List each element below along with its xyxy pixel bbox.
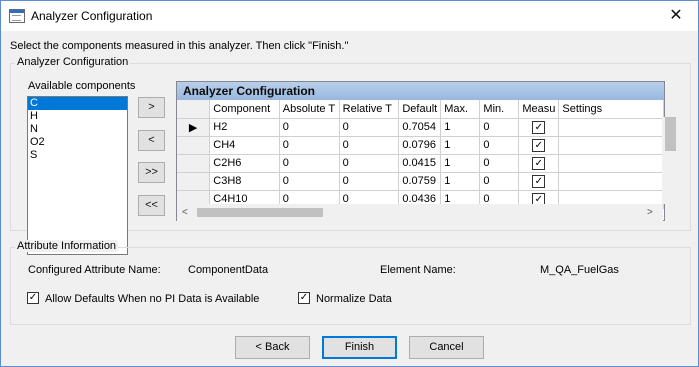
grid-horizontal-scrollbar[interactable]: < > — [177, 204, 663, 221]
cell-max[interactable]: 1 — [440, 136, 481, 155]
measured-checkbox[interactable]: ✓ — [532, 156, 546, 170]
column-header-measured[interactable]: Measu — [518, 100, 560, 119]
column-header-default[interactable]: Default — [398, 100, 442, 119]
table-row[interactable]: C2H6 0 0 0.0415 1 0 ✓ — [177, 154, 664, 173]
cell-default[interactable]: 0.0759 — [398, 172, 442, 191]
add-component-button[interactable]: > — [138, 97, 165, 118]
column-header-min[interactable]: Min. — [479, 100, 520, 119]
available-component-item[interactable]: H — [28, 110, 127, 123]
column-header-settings[interactable]: Settings — [558, 100, 664, 119]
attribute-group-label: Attribute Information — [15, 240, 119, 252]
normalize-data-checkbox[interactable]: ✓ — [298, 292, 310, 304]
remove-component-button[interactable]: < — [138, 130, 165, 151]
analyzer-group-label: Analyzer Configuration — [15, 56, 131, 68]
row-header-cell[interactable] — [177, 154, 211, 173]
available-components-label: Available components — [28, 80, 136, 92]
cell-absolute-t[interactable]: 0 — [279, 118, 340, 137]
table-row[interactable]: CH4 0 0 0.0796 1 0 ✓ — [177, 136, 664, 155]
available-components-list[interactable]: C H N O2 S — [27, 96, 128, 255]
cell-settings[interactable] — [558, 154, 664, 173]
cell-default[interactable]: 0.7054 — [398, 118, 442, 137]
available-component-item[interactable]: N — [28, 123, 127, 136]
finish-button[interactable]: Finish — [322, 336, 397, 359]
element-name-label: Element Name: — [380, 264, 456, 276]
cell-max[interactable]: 1 — [440, 154, 481, 173]
cell-measured[interactable]: ✓ — [518, 118, 560, 137]
cell-measured[interactable]: ✓ — [518, 172, 560, 191]
cell-settings[interactable] — [558, 136, 664, 155]
cell-max[interactable]: 1 — [440, 118, 481, 137]
instruction-text: Select the components measured in this a… — [10, 40, 349, 52]
cell-relative-t[interactable]: 0 — [339, 118, 400, 137]
cell-relative-t[interactable]: 0 — [339, 154, 400, 173]
configured-attribute-label: Configured Attribute Name: — [28, 264, 161, 276]
allow-defaults-checkbox[interactable]: ✓ — [27, 292, 39, 304]
available-component-item[interactable]: C — [28, 97, 127, 110]
column-header-relative-t[interactable]: Relative T — [339, 100, 400, 119]
cell-default[interactable]: 0.0796 — [398, 136, 442, 155]
normalize-data-label[interactable]: Normalize Data — [316, 293, 392, 305]
window-title: Analyzer Configuration — [31, 9, 153, 23]
column-header-component[interactable]: Component — [209, 100, 280, 119]
cell-measured[interactable]: ✓ — [518, 136, 560, 155]
table-row[interactable]: ▶ H2 0 0 0.7054 1 0 ✓ — [177, 118, 664, 137]
horizontal-scroll-thumb[interactable] — [197, 208, 323, 217]
analyzer-configuration-grid[interactable]: Analyzer Configuration Component Absolut… — [176, 81, 665, 221]
cell-absolute-t[interactable]: 0 — [279, 172, 340, 191]
table-row[interactable]: C3H8 0 0 0.0759 1 0 ✓ — [177, 172, 664, 191]
measured-checkbox[interactable]: ✓ — [532, 120, 546, 134]
grid-vertical-scrollbar[interactable] — [662, 117, 679, 204]
scroll-left-arrow-icon[interactable]: < — [182, 204, 188, 221]
cell-component[interactable]: CH4 — [209, 136, 280, 155]
cell-relative-t[interactable]: 0 — [339, 136, 400, 155]
available-component-item[interactable]: O2 — [28, 136, 127, 149]
column-header-absolute-t[interactable]: Absolute T — [279, 100, 340, 119]
cell-measured[interactable]: ✓ — [518, 154, 560, 173]
cell-min[interactable]: 0 — [479, 172, 520, 191]
cell-absolute-t[interactable]: 0 — [279, 136, 340, 155]
components-table: Component Absolute T Relative T Default … — [177, 100, 664, 209]
cell-component[interactable]: H2 — [209, 118, 280, 137]
cancel-button[interactable]: Cancel — [409, 336, 484, 359]
close-button[interactable]: ✕ — [654, 1, 698, 31]
cell-default[interactable]: 0.0415 — [398, 154, 442, 173]
add-all-components-button[interactable]: >> — [138, 162, 165, 183]
cell-min[interactable]: 0 — [479, 118, 520, 137]
element-name-value: M_QA_FuelGas — [540, 264, 619, 276]
table-header-row: Component Absolute T Relative T Default … — [177, 100, 664, 119]
row-header-cell[interactable] — [177, 172, 211, 191]
grid-caption: Analyzer Configuration — [177, 82, 664, 100]
cell-relative-t[interactable]: 0 — [339, 172, 400, 191]
available-component-item[interactable]: S — [28, 149, 127, 162]
back-button[interactable]: < Back — [235, 336, 310, 359]
cell-settings[interactable] — [558, 172, 664, 191]
cell-settings[interactable] — [558, 118, 664, 137]
app-window-icon — [9, 9, 25, 23]
allow-defaults-label[interactable]: Allow Defaults When no PI Data is Availa… — [45, 293, 259, 305]
configured-attribute-value: ComponentData — [188, 264, 269, 276]
title-bar: Analyzer Configuration ✕ — [1, 1, 698, 31]
cell-max[interactable]: 1 — [440, 172, 481, 191]
row-header-cell[interactable]: ▶ — [177, 118, 211, 137]
measured-checkbox[interactable]: ✓ — [532, 138, 546, 152]
row-header-cell[interactable] — [177, 136, 211, 155]
scroll-right-arrow-icon[interactable]: > — [647, 204, 653, 221]
cell-component[interactable]: C3H8 — [209, 172, 280, 191]
row-header-corner — [177, 100, 211, 119]
remove-all-components-button[interactable]: << — [138, 195, 165, 216]
cell-component[interactable]: C2H6 — [209, 154, 280, 173]
measured-checkbox[interactable]: ✓ — [532, 174, 546, 188]
vertical-scroll-thumb[interactable] — [665, 117, 676, 151]
column-header-max[interactable]: Max. — [440, 100, 481, 119]
cell-min[interactable]: 0 — [479, 154, 520, 173]
cell-min[interactable]: 0 — [479, 136, 520, 155]
cell-absolute-t[interactable]: 0 — [279, 154, 340, 173]
attribute-information-group — [10, 247, 691, 325]
